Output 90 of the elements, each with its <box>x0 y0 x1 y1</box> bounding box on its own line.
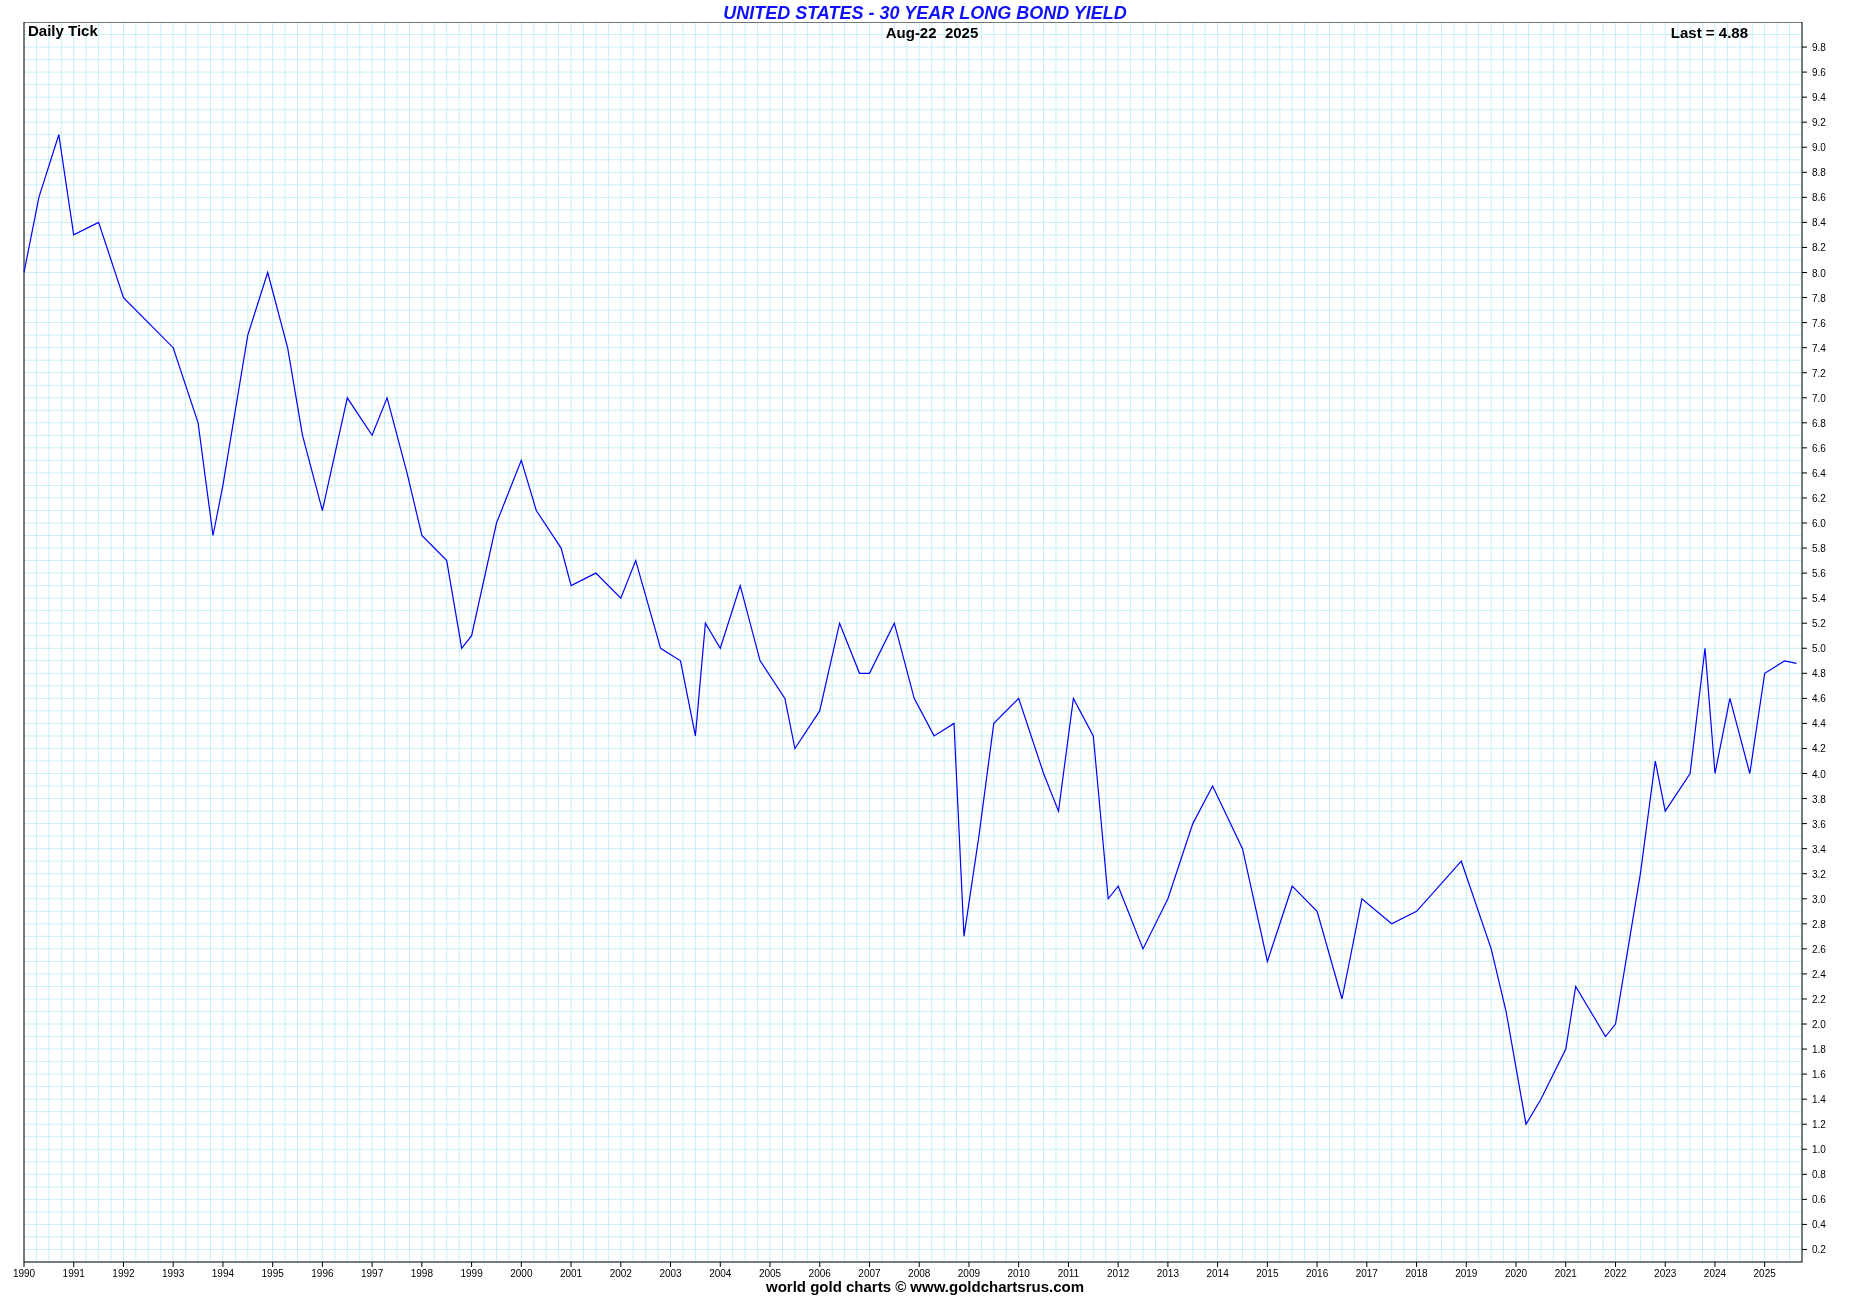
interval-label: Daily Tick <box>28 22 98 39</box>
y-tick-label: 8.2 <box>1812 242 1826 254</box>
x-tick-label: 2011 <box>1057 1268 1080 1279</box>
x-tick-label: 2022 <box>1604 1268 1627 1279</box>
y-tick-label: 3.8 <box>1812 793 1826 805</box>
y-tick-label: 6.6 <box>1812 442 1826 454</box>
y-tick-label: 8.8 <box>1812 167 1826 179</box>
x-tick-label: 2006 <box>808 1268 831 1279</box>
x-tick-label: 2025 <box>1753 1268 1776 1279</box>
x-tick-label: 2009 <box>957 1268 981 1279</box>
x-tick-label: 2016 <box>1305 1268 1329 1279</box>
x-tick-label: 2015 <box>1256 1268 1279 1279</box>
y-tick-label: 6.8 <box>1812 417 1826 429</box>
y-tick-label: 7.2 <box>1812 367 1826 379</box>
y-tick-label: 0.6 <box>1812 1194 1826 1206</box>
y-tick-label: 4.6 <box>1812 693 1826 705</box>
y-tick-label: 2.4 <box>1812 968 1826 980</box>
x-tick-label: 2007 <box>858 1268 881 1279</box>
y-tick-label: 9.0 <box>1812 142 1826 154</box>
x-tick-label: 2001 <box>559 1268 583 1279</box>
y-tick-label: 5.8 <box>1812 543 1826 555</box>
x-tick-label: 2008 <box>908 1268 931 1279</box>
y-tick-label: 5.4 <box>1812 593 1826 605</box>
x-tick-label: 2002 <box>609 1268 632 1279</box>
x-tick-label: 2010 <box>1007 1268 1030 1279</box>
x-tick-label: 2012 <box>1107 1268 1130 1279</box>
y-tick-label: 1.8 <box>1812 1044 1826 1056</box>
y-tick-label: 2.2 <box>1812 993 1826 1005</box>
y-tick-label: 5.2 <box>1812 618 1826 630</box>
y-tick-label: 3.0 <box>1812 893 1826 905</box>
x-tick-label: 2000 <box>510 1268 533 1279</box>
date-label: Aug-22 2025 <box>885 24 979 41</box>
x-tick-label: 2024 <box>1703 1268 1727 1279</box>
y-tick-label: 5.0 <box>1812 643 1826 655</box>
y-tick-label: 4.4 <box>1812 718 1826 730</box>
y-tick-label: 8.6 <box>1812 192 1826 204</box>
x-tick-label: 2018 <box>1405 1268 1428 1279</box>
x-tick-label: 1997 <box>361 1268 384 1279</box>
y-tick-label: 3.6 <box>1812 818 1826 830</box>
y-tick-label: 3.4 <box>1812 843 1826 855</box>
x-tick-label: 2013 <box>1156 1268 1179 1279</box>
chart-title: UNITED STATES - 30 YEAR LONG BOND YIELD <box>723 2 1127 22</box>
y-tick-label: 0.8 <box>1812 1169 1826 1181</box>
y-tick-label: 9.2 <box>1812 117 1826 129</box>
last-value-label: Last = 4.88 <box>1670 24 1748 41</box>
y-tick-label: 8.4 <box>1812 217 1826 229</box>
y-tick-label: 9.4 <box>1812 92 1826 104</box>
y-tick-label: 2.6 <box>1812 943 1826 955</box>
y-tick-label: 6.2 <box>1812 492 1826 504</box>
y-tick-label: 1.2 <box>1812 1119 1826 1131</box>
y-tick-label: 7.4 <box>1812 342 1826 354</box>
y-tick-label: 4.8 <box>1812 668 1826 680</box>
y-tick-label: 7.8 <box>1812 292 1826 304</box>
y-tick-label: 9.8 <box>1812 42 1826 54</box>
y-tick-label: 8.0 <box>1812 267 1826 279</box>
x-tick-label: 1998 <box>410 1268 433 1279</box>
x-tick-label: 2005 <box>758 1268 782 1279</box>
x-tick-label: 2020 <box>1504 1268 1528 1279</box>
x-tick-label: 1992 <box>112 1268 135 1279</box>
y-tick-label: 0.2 <box>1812 1244 1826 1256</box>
x-tick-label: 2021 <box>1554 1268 1577 1279</box>
y-tick-label: 3.2 <box>1812 868 1826 880</box>
y-tick-label: 1.0 <box>1812 1144 1826 1156</box>
x-tick-label: 1993 <box>162 1268 185 1279</box>
y-tick-label: 2.8 <box>1812 918 1826 930</box>
y-tick-label: 6.0 <box>1812 518 1826 529</box>
x-tick-label: 1999 <box>460 1268 483 1279</box>
y-tick-label: 9.6 <box>1812 67 1826 79</box>
x-tick-label: 2019 <box>1455 1268 1478 1279</box>
y-tick-label: 5.6 <box>1812 568 1826 580</box>
y-tick-label: 6.4 <box>1812 467 1826 479</box>
y-tick-label: 1.4 <box>1812 1094 1826 1106</box>
y-tick-label: 1.6 <box>1812 1069 1826 1081</box>
x-tick-label: 2004 <box>709 1268 732 1279</box>
x-tick-label: 1991 <box>62 1268 85 1279</box>
footer-credit: world gold charts © www.goldchartsrus.com <box>765 1280 1084 1297</box>
x-tick-label: 2003 <box>659 1268 682 1279</box>
y-tick-label: 4.2 <box>1812 743 1826 755</box>
y-tick-label: 0.4 <box>1812 1219 1826 1231</box>
x-tick-label: 2023 <box>1654 1268 1677 1279</box>
x-tick-label: 1995 <box>261 1268 284 1279</box>
y-tick-label: 4.0 <box>1812 768 1826 780</box>
x-tick-label: 1990 <box>12 1268 36 1279</box>
x-tick-label: 1994 <box>211 1268 235 1279</box>
y-tick-label: 7.0 <box>1812 392 1826 404</box>
x-tick-label: 1996 <box>311 1268 334 1279</box>
x-tick-label: 2014 <box>1206 1268 1229 1279</box>
x-tick-label: 2017 <box>1355 1268 1378 1279</box>
y-tick-label: 7.6 <box>1812 317 1826 329</box>
y-tick-label: 2.0 <box>1812 1019 1826 1030</box>
